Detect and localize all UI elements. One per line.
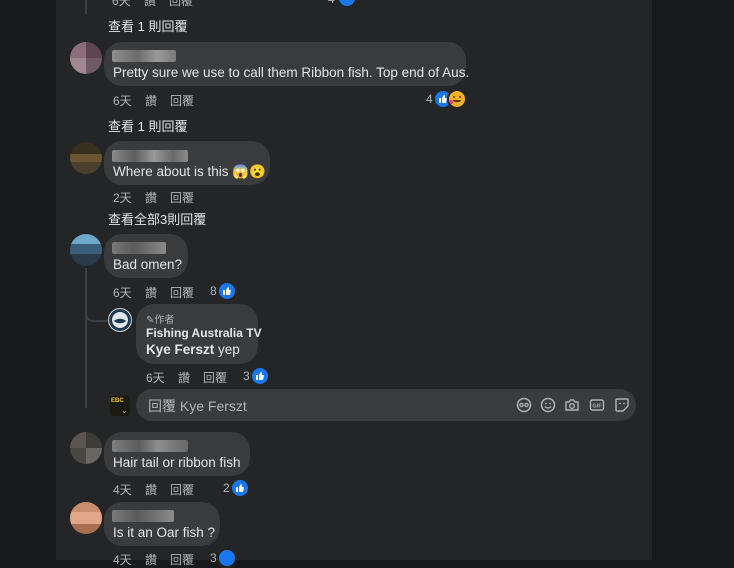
- author-badge-label: 作者: [154, 315, 175, 326]
- reply-text: Kye Ferszt yep: [146, 342, 240, 357]
- page-avatar[interactable]: [108, 308, 132, 332]
- reply-button[interactable]: 回覆: [203, 369, 227, 386]
- comment-time[interactable]: 6天: [146, 369, 165, 386]
- reply-body: yep: [214, 342, 240, 357]
- reply-author-name[interactable]: Fishing Australia TV: [146, 326, 262, 340]
- avatar[interactable]: [70, 432, 102, 464]
- reply-button[interactable]: 回覆: [170, 481, 194, 498]
- like-button[interactable]: 讚: [145, 189, 157, 206]
- like-reaction-icon: [250, 366, 270, 386]
- like-reaction-icon: [217, 548, 237, 568]
- reply-connector: [85, 308, 107, 322]
- comment-text: Is it an Oar fish ?: [113, 525, 216, 540]
- comment-text: Pretty sure we use to call them Ribbon f…: [113, 65, 470, 80]
- reaction-count[interactable]: 2: [223, 481, 230, 495]
- comment-text: Bad omen?: [113, 257, 183, 272]
- commenter-name[interactable]: [112, 150, 188, 162]
- reaction-count[interactable]: 8: [210, 284, 217, 298]
- avatar[interactable]: [70, 42, 102, 74]
- reply-button[interactable]: 回覆: [170, 284, 194, 301]
- reply-button[interactable]: 回覆: [169, 0, 193, 9]
- emoji-icon[interactable]: [540, 397, 556, 413]
- thread-line: [85, 0, 87, 14]
- like-button[interactable]: 讚: [145, 481, 157, 498]
- avatar[interactable]: [70, 502, 102, 534]
- like-button[interactable]: 讚: [145, 284, 157, 301]
- author-badge: ✎作者: [146, 311, 174, 326]
- camera-icon[interactable]: [564, 397, 580, 413]
- reply-input[interactable]: [146, 389, 500, 423]
- avatar-label: EBC: [111, 398, 124, 404]
- like-button[interactable]: 讚: [144, 0, 156, 9]
- comment-text: Hair tail or ribbon fish: [113, 455, 241, 470]
- avatar[interactable]: [70, 142, 102, 174]
- reaction-count[interactable]: 3: [243, 369, 250, 383]
- like-button[interactable]: 讚: [145, 92, 157, 109]
- comment-time[interactable]: 6天: [113, 284, 132, 301]
- reaction-count[interactable]: 3: [210, 551, 217, 565]
- mention-link[interactable]: Kye Ferszt: [146, 342, 214, 357]
- reaction-count[interactable]: 4: [328, 0, 335, 6]
- view-replies-link[interactable]: 查看全部3則回覆: [108, 209, 206, 228]
- commenter-name[interactable]: [112, 50, 176, 62]
- comment-text: Where about is this 😱😮: [113, 164, 266, 179]
- comment-time[interactable]: 4天: [113, 481, 132, 498]
- sticker-icon[interactable]: [614, 397, 630, 413]
- svg-text:GIF: GIF: [592, 404, 602, 410]
- avatar-sticker-icon[interactable]: [516, 397, 532, 413]
- like-reaction-icon: [217, 281, 237, 301]
- commenter-name[interactable]: [112, 510, 174, 522]
- haha-reaction-icon: [447, 89, 467, 109]
- gif-icon[interactable]: GIF: [589, 397, 605, 413]
- comment-time[interactable]: 6天: [113, 92, 132, 109]
- reply-input-box: GIF: [136, 389, 636, 423]
- avatar[interactable]: [70, 234, 102, 266]
- reaction-count[interactable]: 4: [426, 92, 433, 106]
- commenter-name[interactable]: [112, 440, 188, 452]
- comment-time[interactable]: 6天: [112, 0, 131, 9]
- comment-time[interactable]: 2天: [113, 189, 132, 206]
- chevron-down-icon[interactable]: ⌄: [121, 406, 128, 415]
- like-reaction-icon: [230, 478, 250, 498]
- reply-button[interactable]: 回覆: [170, 189, 194, 206]
- thread-line: [85, 268, 87, 408]
- current-user-avatar[interactable]: EBC ⌄: [110, 396, 130, 416]
- view-replies-link[interactable]: 查看 1 則回覆: [108, 16, 187, 35]
- reply-button[interactable]: 回覆: [170, 92, 194, 109]
- like-button[interactable]: 讚: [178, 369, 190, 386]
- commenter-name[interactable]: [112, 242, 166, 254]
- view-replies-link[interactable]: 查看 1 則回覆: [108, 116, 187, 135]
